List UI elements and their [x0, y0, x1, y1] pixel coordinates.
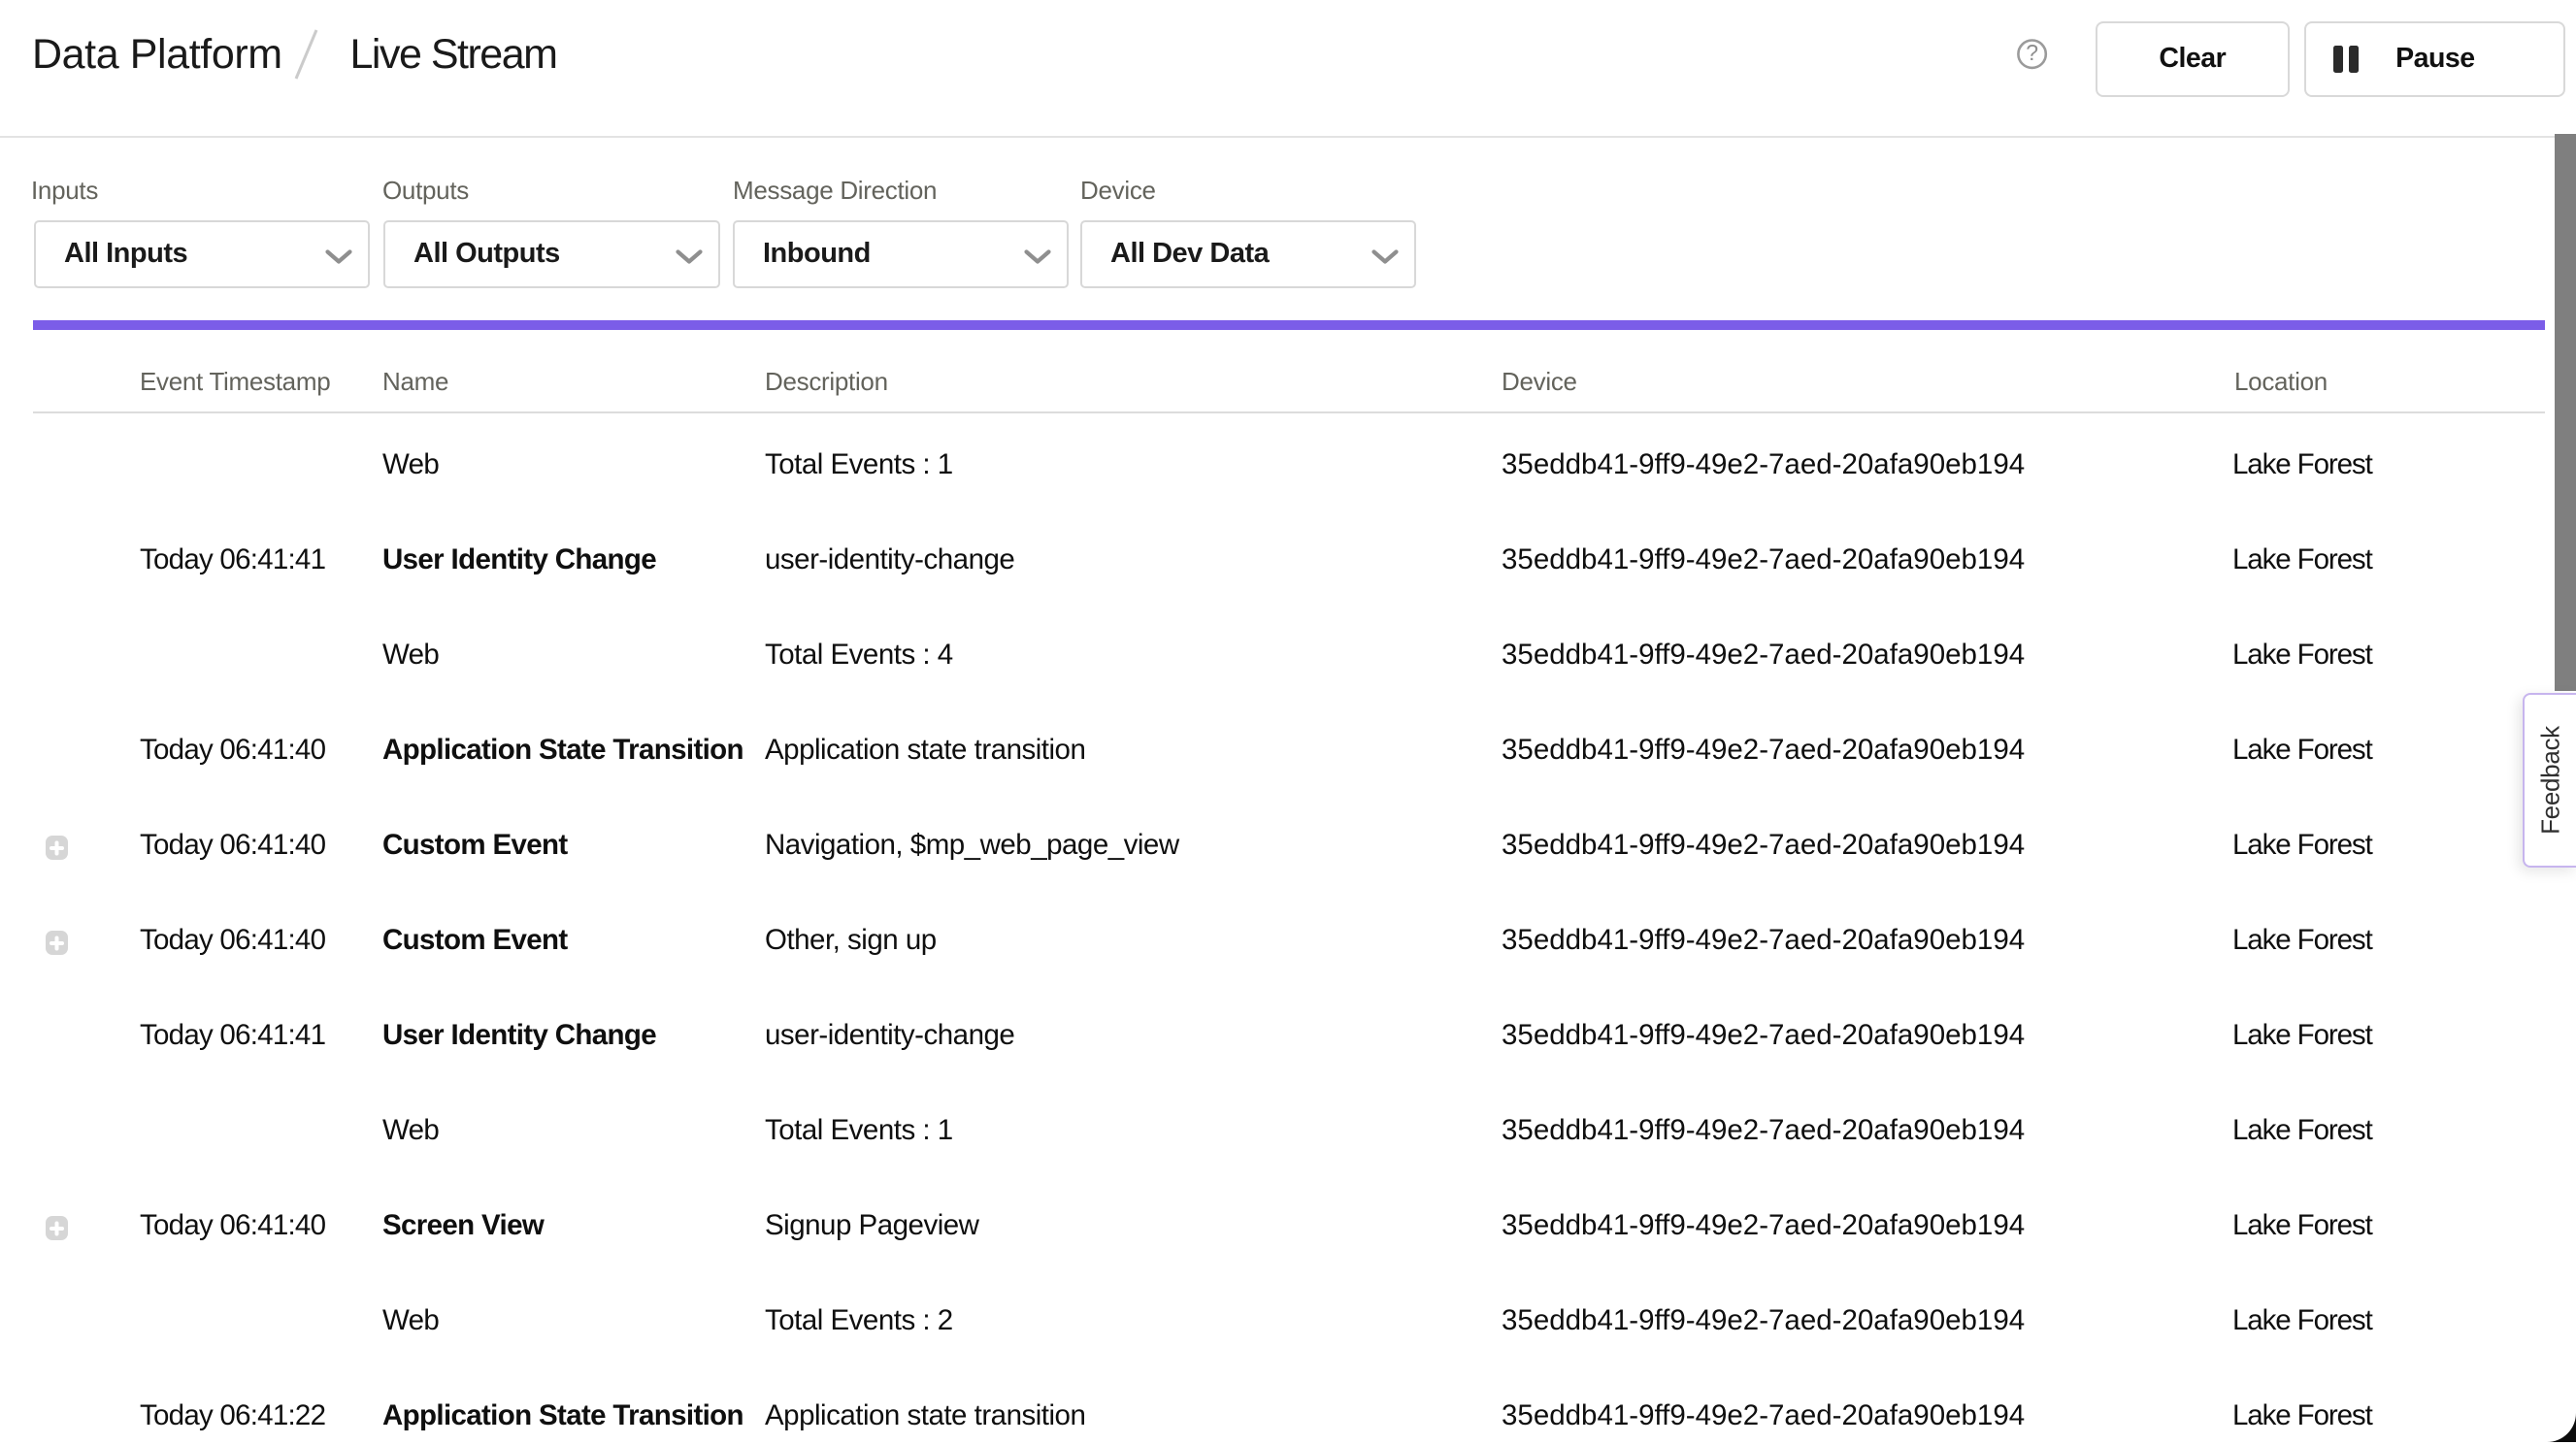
svg-text:?: ?	[2026, 40, 2038, 65]
